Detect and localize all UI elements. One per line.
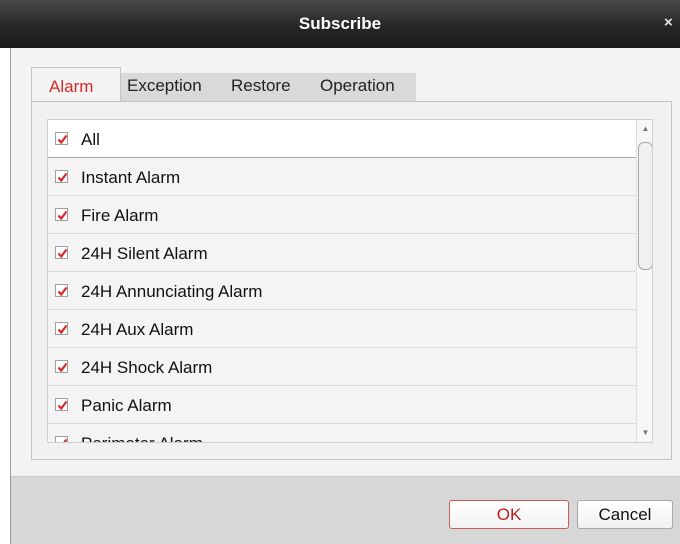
list-item-label: Instant Alarm <box>81 168 181 187</box>
list-item[interactable]: 24H Aux Alarm <box>48 310 636 348</box>
checkmark-icon <box>57 286 68 297</box>
checkbox[interactable] <box>55 170 68 183</box>
checkbox[interactable] <box>55 284 68 297</box>
list-item-label: 24H Annunciating Alarm <box>81 282 263 301</box>
checkbox[interactable] <box>55 436 68 442</box>
dialog-body: Alarm Exception Restore Operation All Ins… <box>10 48 680 476</box>
ok-button[interactable]: OK <box>449 500 569 529</box>
scroll-up-icon[interactable]: ▲ <box>639 122 652 136</box>
tab-alarm[interactable]: Alarm <box>31 67 121 101</box>
list-item-label: 24H Shock Alarm <box>81 358 213 377</box>
list-item-label: 24H Silent Alarm <box>81 244 208 263</box>
list-item-label: Fire Alarm <box>81 206 159 225</box>
checkmark-icon <box>57 248 68 259</box>
list-item-label: 24H Aux Alarm <box>81 320 194 339</box>
list-item-all[interactable]: All <box>48 120 636 158</box>
checkbox[interactable] <box>55 246 68 259</box>
list-item[interactable]: 24H Shock Alarm <box>48 348 636 386</box>
list-item[interactable]: Perimeter Alarm <box>48 424 636 442</box>
checkmark-icon <box>57 210 68 221</box>
list-item[interactable]: Panic Alarm <box>48 386 636 424</box>
tab-panel: All Instant Alarm Fire Alarm 24H Silent Ala… <box>31 101 672 460</box>
checkbox[interactable] <box>55 360 68 373</box>
list-item-label: All <box>81 130 100 149</box>
dialog-title: Subscribe <box>298 14 382 33</box>
checkbox[interactable] <box>55 398 68 411</box>
scroll-down-icon[interactable]: ▼ <box>639 426 652 440</box>
vertical-scrollbar[interactable]: ▲ ▼ <box>636 120 652 442</box>
tab-exception[interactable]: Exception <box>127 67 202 101</box>
list-item[interactable]: Fire Alarm <box>48 196 636 234</box>
tab-operation[interactable]: Operation <box>320 67 395 101</box>
checkmark-icon <box>63 438 68 442</box>
alarm-type-list: All Instant Alarm Fire Alarm 24H Silent Ala… <box>47 119 653 443</box>
scrollbar-thumb[interactable] <box>638 142 652 270</box>
checkmark-icon <box>57 400 68 411</box>
checkmark-icon <box>57 172 68 183</box>
checkbox[interactable] <box>55 132 68 145</box>
list-item-label: Perimeter Alarm <box>81 434 203 442</box>
cancel-button[interactable]: Cancel <box>577 500 673 529</box>
tab-restore[interactable]: Restore <box>231 67 291 101</box>
list-item[interactable]: 24H Annunciating Alarm <box>48 272 636 310</box>
dialog-footer: OK Cancel <box>10 476 680 544</box>
title-bar: Subscribe × <box>0 0 680 48</box>
list-item[interactable]: Instant Alarm <box>48 158 636 196</box>
list-item-label: Panic Alarm <box>81 396 172 415</box>
close-icon[interactable]: × <box>664 14 673 31</box>
checkmark-icon <box>57 362 68 373</box>
checkbox[interactable] <box>55 322 68 335</box>
checkmark-icon <box>57 134 68 145</box>
checkbox[interactable] <box>55 208 68 221</box>
checkmark-icon <box>57 324 68 335</box>
list-item[interactable]: 24H Silent Alarm <box>48 234 636 272</box>
